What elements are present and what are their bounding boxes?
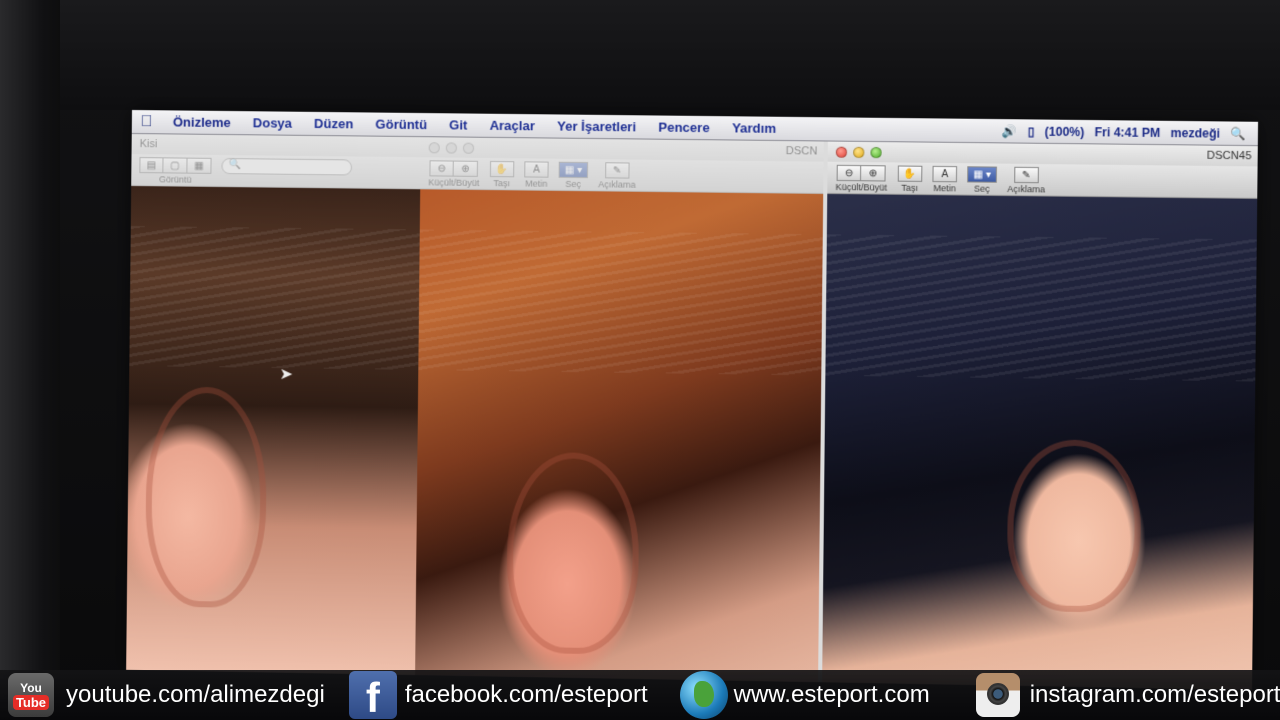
youtube-link[interactable]: You Tube youtube.com/alimezdegi <box>0 673 325 717</box>
move-label: Taşı <box>901 183 918 193</box>
ear-shape <box>1007 439 1142 613</box>
annotate-group: ✎ Açıklama <box>598 162 636 190</box>
view-group: ▤ ▢ ▦ Görüntü <box>139 157 211 185</box>
menu-duzen[interactable]: Düzen <box>303 116 364 132</box>
view-sidebar-button[interactable]: ▤ <box>139 157 163 173</box>
annotate-group: ✎ Açıklama <box>1007 167 1045 195</box>
hand-tool-button[interactable]: ✋ <box>897 165 922 181</box>
menu-araclar[interactable]: Araçlar <box>478 118 546 134</box>
instagram-link[interactable]: instagram.com/esteport <box>930 673 1280 717</box>
text-group: A Metin <box>932 166 957 194</box>
minimize-icon[interactable] <box>853 146 864 157</box>
select-group: ▦ ▾ Seç <box>558 162 588 189</box>
hair-texture <box>825 234 1256 381</box>
select-tool-button[interactable]: ▦ ▾ <box>967 166 997 183</box>
globe-icon <box>680 671 728 719</box>
zoom-group: ⊖ ⊕ Küçült/Büyüt <box>835 165 887 193</box>
window-toolbar: ⊖ ⊕ Küçült/Büyüt ✋ Taşı A Metin ▦ ▾ Seç … <box>827 162 1257 199</box>
ear-shape <box>145 386 268 608</box>
social-links-bar: You Tube youtube.com/alimezdegi f facebo… <box>0 670 1280 720</box>
preview-window-right: DSCN45 ⊖ ⊕ Küçült/Büyüt ✋ Taşı A Metin ▦… <box>822 142 1258 690</box>
minimize-icon[interactable] <box>446 142 457 153</box>
youtube-icon-text: You <box>20 681 42 695</box>
monitor-bezel-left <box>0 0 60 720</box>
select-group: ▦ ▾ Seç <box>967 166 997 194</box>
zoom-in-button[interactable]: ⊕ <box>861 165 886 181</box>
battery-percent: (100%) <box>1045 124 1085 139</box>
text-label: Metin <box>933 183 956 193</box>
menu-dosya[interactable]: Dosya <box>242 115 303 131</box>
window-title: Kisi <box>140 138 158 150</box>
annotate-pencil-button[interactable]: ✎ <box>605 162 629 178</box>
hair-texture <box>418 229 822 375</box>
zoom-in-button[interactable]: ⊕ <box>454 161 478 177</box>
ear-shape <box>506 452 640 655</box>
search-input[interactable]: 🔍 <box>221 158 352 175</box>
youtube-icon-tube: Tube <box>13 695 49 710</box>
annotate-pencil-button[interactable]: ✎ <box>1014 167 1039 183</box>
hair-texture <box>129 226 419 370</box>
monitor-bezel-top <box>60 0 1280 110</box>
menu-yer-isaretleri[interactable]: Yer İşaretleri <box>546 118 647 134</box>
move-group: ✋ Taşı <box>897 165 922 193</box>
mouse-cursor-icon: ➤ <box>279 364 293 384</box>
annotate-label: Açıklama <box>1007 184 1045 195</box>
ear-photo-natural: ➤ <box>126 186 420 675</box>
zoom-out-button[interactable]: ⊖ <box>430 160 454 176</box>
preview-window-middle: DSCN ⊖ ⊕ Küçült/Büyüt ✋ Taşı A Metin ▦ ▾… <box>415 137 824 682</box>
user-name[interactable]: mezdeği <box>1170 125 1219 140</box>
hand-tool-button[interactable]: ✋ <box>489 161 514 177</box>
view-grid-button[interactable]: ▦ <box>187 158 211 174</box>
youtube-url: youtube.com/alimezdegi <box>66 681 325 709</box>
view-label: Görüntü <box>159 174 192 184</box>
ear-photo-warm <box>415 189 823 682</box>
text-tool-button[interactable]: A <box>932 166 957 182</box>
move-group: ✋ Taşı <box>489 161 514 188</box>
menu-yardim[interactable]: Yardım <box>721 120 788 136</box>
facebook-url: facebook.com/esteport <box>405 681 648 709</box>
website-url: www.esteport.com <box>734 681 930 709</box>
zoom-out-button[interactable]: ⊖ <box>837 165 862 181</box>
menu-app-onizleme[interactable]: Önizleme <box>162 114 242 130</box>
window-title: DSCN <box>786 145 824 158</box>
annotate-label: Açıklama <box>598 179 636 189</box>
clock[interactable]: Fri 4:41 PM <box>1095 125 1161 140</box>
battery-icon[interactable]: ▯ <box>1028 124 1035 138</box>
close-icon[interactable] <box>836 146 847 157</box>
preview-window-left: Kisi ▤ ▢ ▦ Görüntü 🔍 ➤ <box>126 134 421 675</box>
menu-extras: 🔊 ▯ (100%) Fri 4:41 PM mezdeği 🔍 <box>1002 124 1258 141</box>
zoom-icon[interactable] <box>870 147 881 158</box>
zoom-group: ⊖ ⊕ Küçült/Büyüt <box>428 160 479 188</box>
facebook-icon: f <box>349 671 397 719</box>
apple-menu-icon[interactable]:  <box>132 112 162 130</box>
facebook-link[interactable]: f facebook.com/esteport <box>325 671 648 719</box>
menu-git[interactable]: Git <box>438 117 479 132</box>
close-icon[interactable] <box>429 142 440 153</box>
text-tool-button[interactable]: A <box>524 161 548 177</box>
instagram-url: instagram.com/esteport <box>1030 681 1280 709</box>
youtube-icon: You Tube <box>8 673 54 717</box>
move-label: Taşı <box>493 178 510 188</box>
search-icon: 🔍 <box>228 159 241 170</box>
text-group: A Metin <box>524 161 549 188</box>
zoom-label: Küçült/Büyüt <box>835 182 887 193</box>
mac-screen:  Önizleme Dosya Düzen Görüntü Git Araçl… <box>126 110 1258 690</box>
website-link[interactable]: www.esteport.com <box>648 671 930 719</box>
instagram-icon <box>976 673 1020 717</box>
window-toolbar: ⊖ ⊕ Küçült/Büyüt ✋ Taşı A Metin ▦ ▾ Seç … <box>420 157 823 194</box>
select-label: Seç <box>565 179 581 189</box>
select-tool-button[interactable]: ▦ ▾ <box>559 162 589 178</box>
view-single-button[interactable]: ▢ <box>163 157 187 173</box>
zoom-label: Küçült/Büyüt <box>428 177 479 188</box>
menu-goruntu[interactable]: Görüntü <box>364 116 438 132</box>
select-label: Seç <box>974 184 990 194</box>
text-label: Metin <box>525 178 547 188</box>
menu-pencere[interactable]: Pencere <box>647 119 721 135</box>
window-toolbar: ▤ ▢ ▦ Görüntü 🔍 <box>131 154 420 189</box>
volume-icon[interactable]: 🔊 <box>1002 124 1017 138</box>
spotlight-search-icon[interactable]: 🔍 <box>1230 126 1246 140</box>
zoom-icon[interactable] <box>463 142 474 153</box>
ear-photo-cool <box>822 194 1257 690</box>
window-title: DSCN45 <box>1207 150 1258 163</box>
